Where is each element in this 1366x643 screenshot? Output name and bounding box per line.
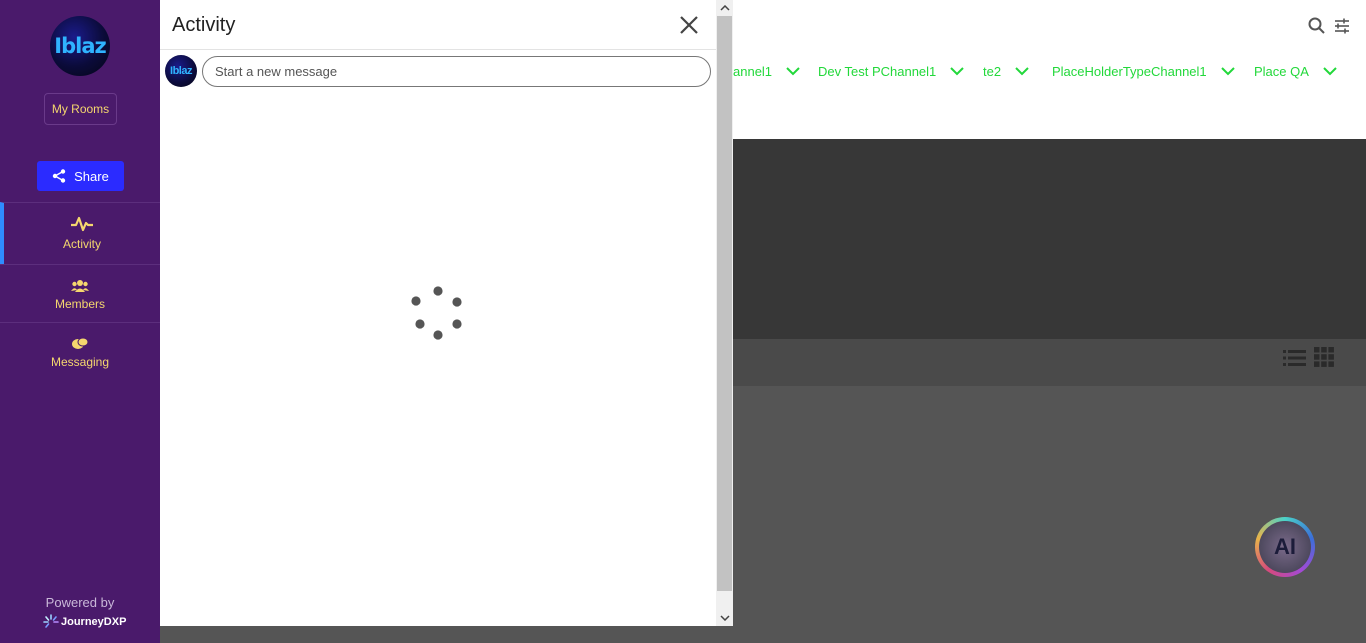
members-icon (71, 280, 89, 292)
journey-burst-icon (43, 614, 59, 628)
chevron-down-icon (950, 67, 964, 76)
sidebar-item-label: Activity (62, 237, 101, 251)
close-icon[interactable] (678, 14, 700, 36)
hero-banner (733, 139, 1366, 339)
share-button[interactable]: Share (37, 161, 124, 191)
channel-label: te2 (983, 64, 1002, 79)
channel-tab[interactable]: Dev Test PChannel1 (818, 64, 964, 79)
channel-tab[interactable]: Place QA (1254, 64, 1337, 79)
brand-logo[interactable]: Iblaz (50, 16, 110, 76)
grid-view-icon[interactable] (1314, 347, 1334, 367)
activity-panel: Activity Iblaz (160, 0, 733, 626)
list-view-icon[interactable] (1283, 349, 1306, 367)
powered-by-text: Powered by (45, 595, 115, 610)
messaging-icon (72, 337, 89, 349)
channel-label: Dev Test PChannel1 (818, 64, 937, 79)
share-label: Share (74, 168, 109, 184)
ai-assistant-button[interactable]: AI (1255, 517, 1315, 577)
loading-spinner-icon (411, 286, 462, 340)
sidebar-item-messaging[interactable]: Messaging (0, 322, 160, 382)
my-rooms-button[interactable]: My Rooms (44, 93, 117, 125)
panel-header: Activity (160, 0, 716, 50)
scroll-down-arrow[interactable] (716, 610, 733, 626)
avatar: Iblaz (165, 55, 197, 87)
search-icon[interactable] (1308, 17, 1326, 35)
journeydxp-logo[interactable]: JourneyDXP (43, 614, 126, 630)
channel-label: Place QA (1254, 64, 1309, 79)
avatar-text: Iblaz (170, 65, 192, 77)
chevron-down-icon (719, 615, 730, 621)
share-icon (52, 169, 66, 183)
chevron-down-icon (1220, 67, 1235, 76)
channel-tab[interactable]: PlaceHolderTypeChannel1 (1052, 64, 1235, 79)
sidebar-item-activity[interactable]: Activity (0, 202, 160, 264)
sidebar: Iblaz My Rooms Share Activity Members Me… (0, 0, 160, 643)
sidebar-item-members[interactable]: Members (0, 264, 160, 322)
chevron-up-icon (719, 5, 730, 11)
scroll-up-arrow[interactable] (716, 0, 733, 16)
ai-label: AI (1259, 521, 1311, 573)
channel-tab[interactable]: annel1 (733, 64, 800, 79)
new-message-input[interactable] (202, 56, 711, 87)
scroll-thumb[interactable] (717, 16, 732, 591)
channel-tab[interactable]: te2 (983, 64, 1029, 79)
sidebar-item-label: Members (54, 297, 105, 311)
channel-label: PlaceHolderTypeChannel1 (1052, 64, 1207, 79)
scrollbar[interactable] (716, 0, 733, 626)
panel-title: Activity (172, 14, 236, 36)
chevron-down-icon (786, 67, 800, 76)
logo-text: Iblaz (54, 34, 106, 58)
channel-label: annel1 (733, 64, 773, 79)
chevron-down-icon (1015, 67, 1029, 76)
sidebar-item-label: Messaging (50, 355, 110, 369)
view-toolbar (733, 339, 1366, 386)
activity-icon (71, 216, 93, 232)
filter-sliders-icon[interactable] (1333, 17, 1351, 35)
chevron-down-icon (1323, 67, 1337, 76)
brand-name: JourneyDXP (61, 616, 127, 628)
